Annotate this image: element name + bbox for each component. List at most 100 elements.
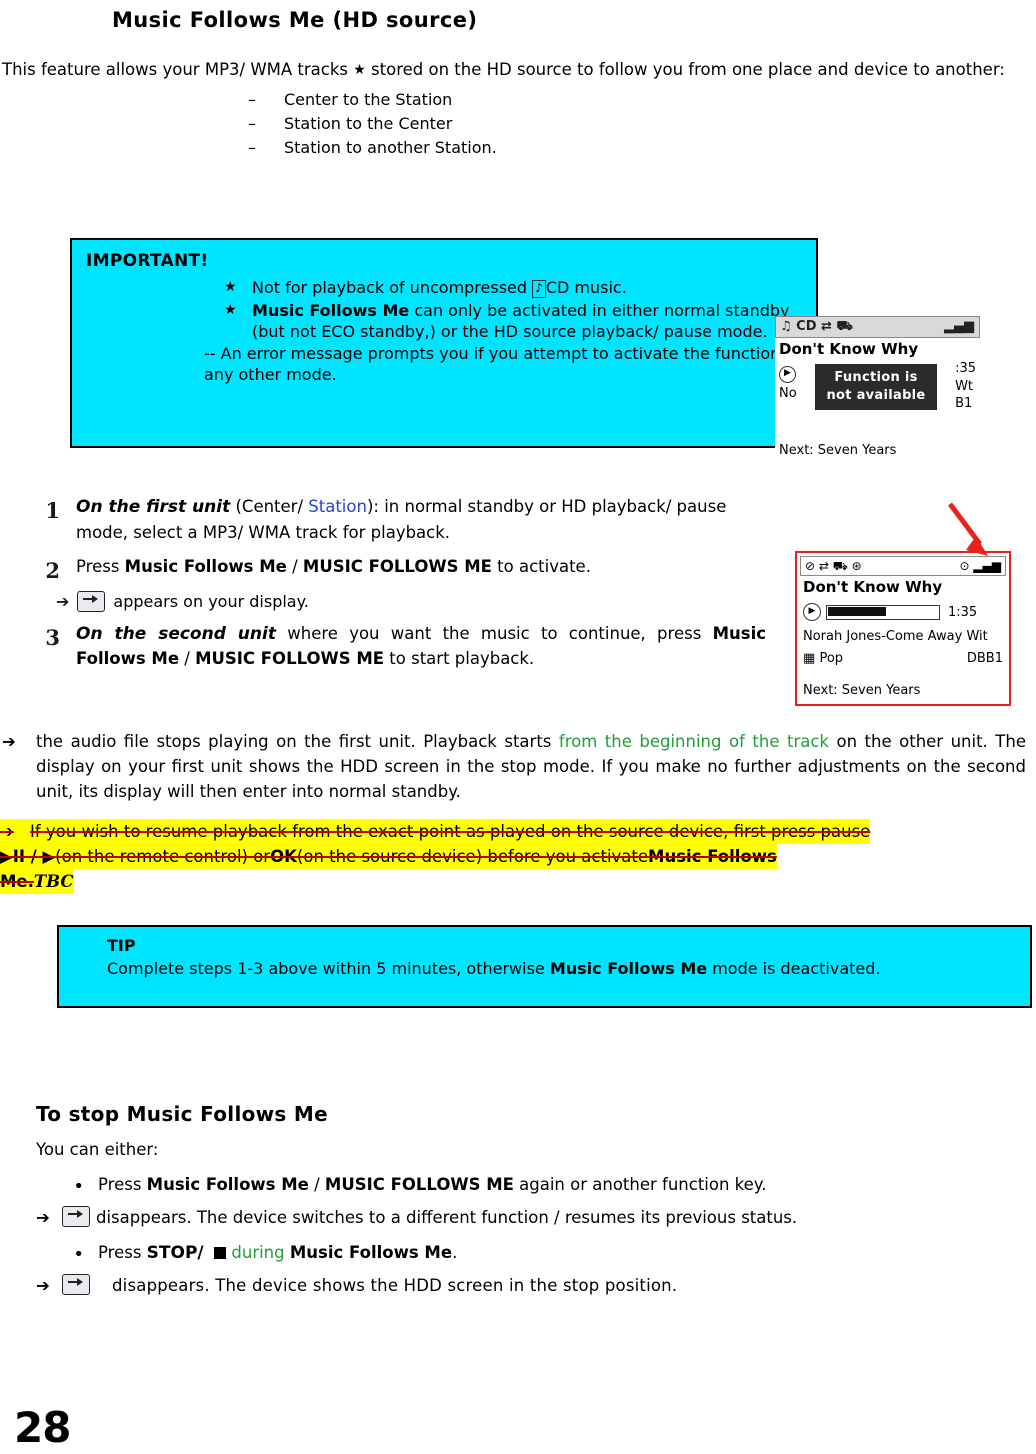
lcd2-progress-row: ▶ 1:35 — [803, 603, 977, 621]
document-page: Music Follows Me (HD source) This featur… — [0, 8, 1036, 1454]
lcd-play-row: ▶ No — [779, 364, 797, 401]
stop-result-2: ➔ disappears. The device shows the HDD s… — [36, 1273, 1026, 1299]
stop-item1-post: again or another function key. — [513, 1174, 767, 1194]
struck-text-1: If you wish to resume playback from the … — [30, 819, 871, 845]
lcd-screen-playback: ⊘ ⇄ ⛟ ⊛ ⊙ ▂▄▆ Don't Know Why ▶ 1:35 Nora… — [795, 551, 1011, 706]
stop-item2-post: . — [452, 1242, 458, 1262]
list-item-label: Station to the Center — [284, 113, 453, 133]
dash-glyph: – — [248, 113, 256, 133]
play-icon: ▶ — [779, 366, 796, 383]
step-number: 2 — [45, 558, 60, 584]
playback-behaviour-paragraph: ➔ the audio file stops playing on the fi… — [2, 730, 1026, 804]
dash-glyph: – — [248, 89, 256, 109]
star-icon: ★ — [353, 62, 366, 78]
lcd-statusbar-left: ♫ CD ⇄ ⛟ — [780, 319, 853, 334]
important-item2-bold: Music Follows Me — [252, 300, 410, 320]
lcd2-statusbar-right: ⊙ ▂▄▆ — [959, 559, 1001, 573]
stop-intro: You can either: — [36, 1140, 159, 1159]
stop-result-1: ➔ disappears. The device switches to a d… — [36, 1205, 1026, 1231]
step3-mid: / — [179, 649, 196, 669]
stop-bullet-1: • Press Music Follows Me / MUSIC FOLLOWS… — [36, 1173, 1026, 1200]
bullet-glyph: • — [73, 1175, 84, 1197]
step3-bold-2: MUSIC FOLLOWS ME — [195, 649, 385, 669]
star-icon: ★ — [224, 301, 237, 318]
play-icon: ▶ — [803, 603, 821, 621]
important-item-2: ★ Music Follows Me can only be activated… — [224, 301, 802, 343]
tip-body: Complete steps 1-3 above within 5 minute… — [107, 958, 1030, 981]
stop-section-body: You can either: • Press Music Follows Me… — [36, 1138, 1026, 1298]
struck-mfm-bold: Music Follows — [648, 844, 777, 870]
popup-line-1: Function is — [834, 370, 918, 385]
lcd2-time: 1:35 — [948, 604, 978, 620]
tip-post: mode is deactivated. — [707, 958, 881, 978]
important-note: -- An error message prompts you if you a… — [204, 344, 800, 385]
step-number: 3 — [45, 624, 60, 650]
stop-result2-text: disappears. The device shows the HDD scr… — [112, 1275, 678, 1295]
lcd-right-line2: Wt — [955, 378, 974, 394]
step2-bold-2: MUSIC FOLLOWS ME — [302, 557, 492, 577]
red-arrow-annotation — [948, 502, 988, 556]
stop-square-icon — [214, 1246, 227, 1259]
lcd-song-title: Don't Know Why — [779, 340, 919, 358]
stop-item1-bold-2: MUSIC FOLLOWS ME — [324, 1174, 514, 1194]
lcd2-next-track: Next: Seven Years — [803, 683, 921, 698]
step-1: 1 On the first unit (Center/ Station): i… — [0, 495, 1036, 545]
struck-text-3: Me. — [0, 869, 34, 895]
stop-item1-pre: Press — [98, 1174, 147, 1194]
step2-bold-1: Music Follows Me — [124, 557, 287, 577]
para1-part1: the audio file stops playing on the firs… — [36, 732, 559, 751]
step2-pre: Press — [76, 557, 125, 577]
stop-item2-bold-2: Music Follows Me — [289, 1242, 453, 1262]
tip-header: TIP — [107, 936, 136, 955]
tip-callout-box: TIP Complete steps 1-3 above within 5 mi… — [57, 925, 1032, 1008]
lcd2-genre-row: DBB1 ▦ Pop — [803, 651, 1003, 666]
stop-section-title: To stop Music Follows Me — [36, 1101, 328, 1126]
tip-bold: Music Follows Me — [549, 958, 708, 978]
para1-green-text: from the beginning of the track — [558, 732, 829, 751]
stop-result1-text: disappears. The device switches to a dif… — [96, 1207, 798, 1227]
struck-text-2b: (on the source device) before you activa… — [296, 844, 649, 870]
intro-paragraph: This feature allows your MP3/ WMA tracks… — [2, 58, 1030, 82]
lcd-screen-error: ♫ CD ⇄ ⛟ ▂▄▆ Don't Know Why ▶ No :35 Wt … — [775, 316, 980, 464]
struck-line-1: ➔ If you wish to resume playback from th… — [0, 819, 1036, 845]
lcd-right-line3: B1 — [955, 396, 973, 412]
list-item: – Station to another Station. — [248, 136, 1036, 160]
progress-bar — [826, 604, 940, 620]
signal-icon: ▂▄▆ — [944, 319, 974, 334]
tbc-marker: TBC — [33, 869, 74, 895]
stop-item2-during: during — [226, 1242, 290, 1262]
step2-mid: / — [286, 557, 303, 577]
stop-item1-bold-1: Music Follows Me — [146, 1174, 309, 1194]
lcd2-artist: Norah Jones-Come Away Wit — [803, 629, 988, 644]
stop-item2-pre: Press — [98, 1242, 147, 1262]
lcd2-preset: DBB1 — [966, 651, 1003, 666]
lcd-statusbar: ♫ CD ⇄ ⛟ ▂▄▆ — [775, 316, 980, 338]
transport-icons: ▶II / ▶ — [0, 844, 56, 870]
step-number: 1 — [45, 498, 60, 523]
tip-pre: Complete steps 1-3 above within 5 minute… — [107, 958, 550, 978]
transfer-options-list: – Center to the Station – Station to the… — [0, 88, 1036, 160]
arrow-glyph: ➔ — [56, 591, 70, 611]
important-item1-pre: Not for playback of uncompressed — [252, 278, 533, 298]
page-number: 28 — [14, 1403, 71, 1452]
step2-post: to activate. — [491, 557, 591, 577]
genre-icon: ▦ — [803, 651, 816, 666]
step3-rest-a: where you want the music to continue, pr… — [275, 623, 713, 643]
music-follows-me-badge-icon — [77, 590, 106, 612]
important-item1-post: CD music. — [545, 278, 627, 298]
struck-text-2a: (on the remote control) or — [55, 844, 271, 870]
struck-line-2: ▶II / ▶ (on the remote control) or OK (on… — [0, 844, 1036, 870]
lcd-next-track: Next: Seven Years — [779, 443, 897, 458]
music-note-icon: ♪ — [532, 280, 546, 298]
step3-italic-lead: On the second unit — [76, 623, 276, 644]
step2-result-text: appears on your display. — [113, 591, 309, 611]
page-title: Music Follows Me (HD source) — [112, 8, 478, 32]
stop-item1-mid: / — [308, 1174, 325, 1194]
arrow-glyph: ➔ — [36, 1207, 50, 1227]
struck-revision-paragraph: ➔ If you wish to resume playback from th… — [0, 819, 1036, 895]
stop-bullet-2: • Press STOP/ during Music Follows Me. — [36, 1241, 1026, 1268]
important-callout-box: IMPORTANT! ★ Not for playback of uncompr… — [70, 238, 818, 448]
music-follows-me-badge-icon — [62, 1205, 90, 1227]
list-item: – Center to the Station — [248, 88, 1036, 112]
music-follows-me-badge-icon — [62, 1273, 90, 1295]
